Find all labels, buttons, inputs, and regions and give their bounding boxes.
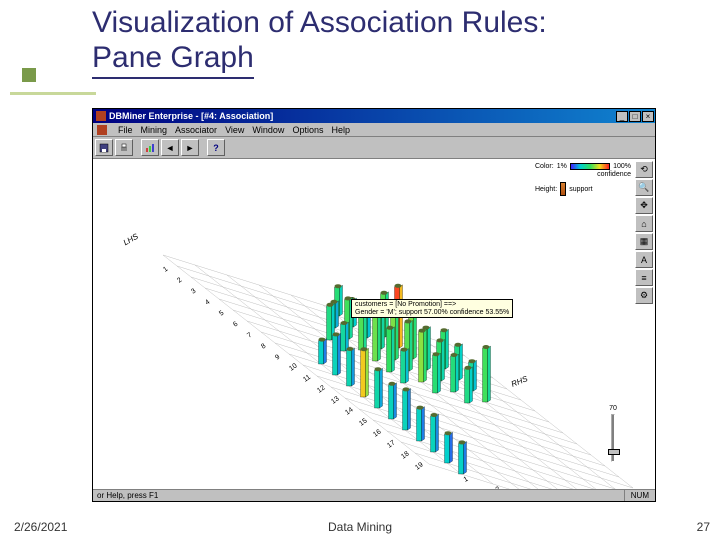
slider-panel: 70 <box>595 405 631 477</box>
slider-thumb[interactable] <box>608 449 620 455</box>
titlebar: DBMiner Enterprise - [#4: Association] _… <box>93 109 655 123</box>
menu-window[interactable]: Window <box>252 125 284 135</box>
confidence-gradient <box>570 163 610 170</box>
menubar: File Mining Associator View Window Optio… <box>93 123 655 137</box>
menu-associator[interactable]: Associator <box>175 125 217 135</box>
menu-file[interactable]: File <box>118 125 133 135</box>
side-config-icon[interactable]: ⚙ <box>635 287 653 304</box>
svg-text:5: 5 <box>218 310 225 318</box>
legend-height-metric: support <box>569 186 592 193</box>
tool-save-icon[interactable] <box>95 139 113 156</box>
side-grid-icon[interactable]: ▦ <box>635 233 653 250</box>
close-button[interactable]: × <box>642 111 654 122</box>
tool-next-icon[interactable]: ► <box>181 139 199 156</box>
svg-text:19: 19 <box>414 461 424 471</box>
legend-color-max: 100% <box>613 163 631 170</box>
side-reset-icon[interactable]: ⌂ <box>635 215 653 232</box>
svg-text:7: 7 <box>246 332 253 340</box>
support-bar-legend <box>560 182 566 196</box>
tooltip-line2: Gender = 'M'; support 57.00% confidence … <box>355 309 509 317</box>
legend-color-min: 1% <box>557 163 567 170</box>
svg-text:1: 1 <box>162 266 169 274</box>
tooltip-line1: customers = [No Promotion] ==> <box>355 301 509 309</box>
app-window: DBMiner Enterprise - [#4: Association] _… <box>92 108 656 502</box>
svg-text:12: 12 <box>316 384 326 394</box>
tool-chart3d-icon[interactable] <box>141 139 159 156</box>
side-toolbar: ⟲ 🔍 ✥ ⌂ ▦ A ≡ ⚙ <box>635 161 653 304</box>
side-label-icon[interactable]: A <box>635 251 653 268</box>
status-text: or Help, press F1 <box>97 490 624 501</box>
svg-text:8: 8 <box>260 343 267 351</box>
side-zoom-icon[interactable]: 🔍 <box>635 179 653 196</box>
app-icon <box>96 111 106 121</box>
title-line2: Pane Graph <box>92 41 254 80</box>
pane-graph-3d[interactable]: 12345678910111213141516171819123456789 <box>93 159 633 491</box>
svg-text:15: 15 <box>358 417 368 427</box>
maximize-button[interactable]: □ <box>629 111 641 122</box>
toolbar: ◄ ► ? <box>93 137 655 159</box>
svg-text:1: 1 <box>463 476 470 484</box>
footer-page: 27 <box>697 520 710 534</box>
slider-value: 70 <box>595 405 631 412</box>
side-rotate-icon[interactable]: ⟲ <box>635 161 653 178</box>
menu-help[interactable]: Help <box>331 125 350 135</box>
menu-view[interactable]: View <box>225 125 244 135</box>
tool-print-icon[interactable] <box>115 139 133 156</box>
side-filter-icon[interactable]: ≡ <box>635 269 653 286</box>
legend-color-label: Color: <box>535 163 554 170</box>
svg-text:16: 16 <box>372 428 382 438</box>
svg-text:4: 4 <box>204 299 211 307</box>
legend-height-label: Height: <box>535 186 557 193</box>
slide-bullet <box>22 68 36 82</box>
tool-help-icon[interactable]: ? <box>207 139 225 156</box>
svg-text:6: 6 <box>232 321 239 329</box>
slide-title: Visualization of Association Rules: Pane… <box>92 6 547 79</box>
tool-prev-icon[interactable]: ◄ <box>161 139 179 156</box>
svg-text:13: 13 <box>330 395 340 405</box>
svg-text:18: 18 <box>400 450 410 460</box>
doc-icon <box>97 125 107 135</box>
statusbar: or Help, press F1 NUM <box>93 489 655 501</box>
legend-color-metric: confidence <box>535 171 631 178</box>
svg-text:10: 10 <box>288 362 298 372</box>
legend: Color: 1% 100% confidence Height: suppor… <box>535 163 631 201</box>
minimize-button[interactable]: _ <box>616 111 628 122</box>
menu-options[interactable]: Options <box>292 125 323 135</box>
footer-date: 2/26/2021 <box>14 520 67 534</box>
status-numlock: NUM <box>624 490 655 501</box>
footer-center: Data Mining <box>328 520 392 534</box>
menu-mining[interactable]: Mining <box>141 125 168 135</box>
svg-text:11: 11 <box>302 374 312 384</box>
slider-track[interactable] <box>611 414 615 462</box>
svg-text:14: 14 <box>344 406 354 416</box>
bar-tooltip: customers = [No Promotion] ==> Gender = … <box>351 299 513 318</box>
title-line1: Visualization of Association Rules: <box>92 6 547 39</box>
svg-text:2: 2 <box>176 277 183 285</box>
svg-text:9: 9 <box>274 354 281 362</box>
title-underline <box>10 92 96 95</box>
chart-area: 12345678910111213141516171819123456789 L… <box>93 159 655 489</box>
svg-text:17: 17 <box>386 439 396 449</box>
window-title: DBMiner Enterprise - [#4: Association] <box>109 111 616 121</box>
side-pan-icon[interactable]: ✥ <box>635 197 653 214</box>
svg-text:3: 3 <box>190 288 197 296</box>
